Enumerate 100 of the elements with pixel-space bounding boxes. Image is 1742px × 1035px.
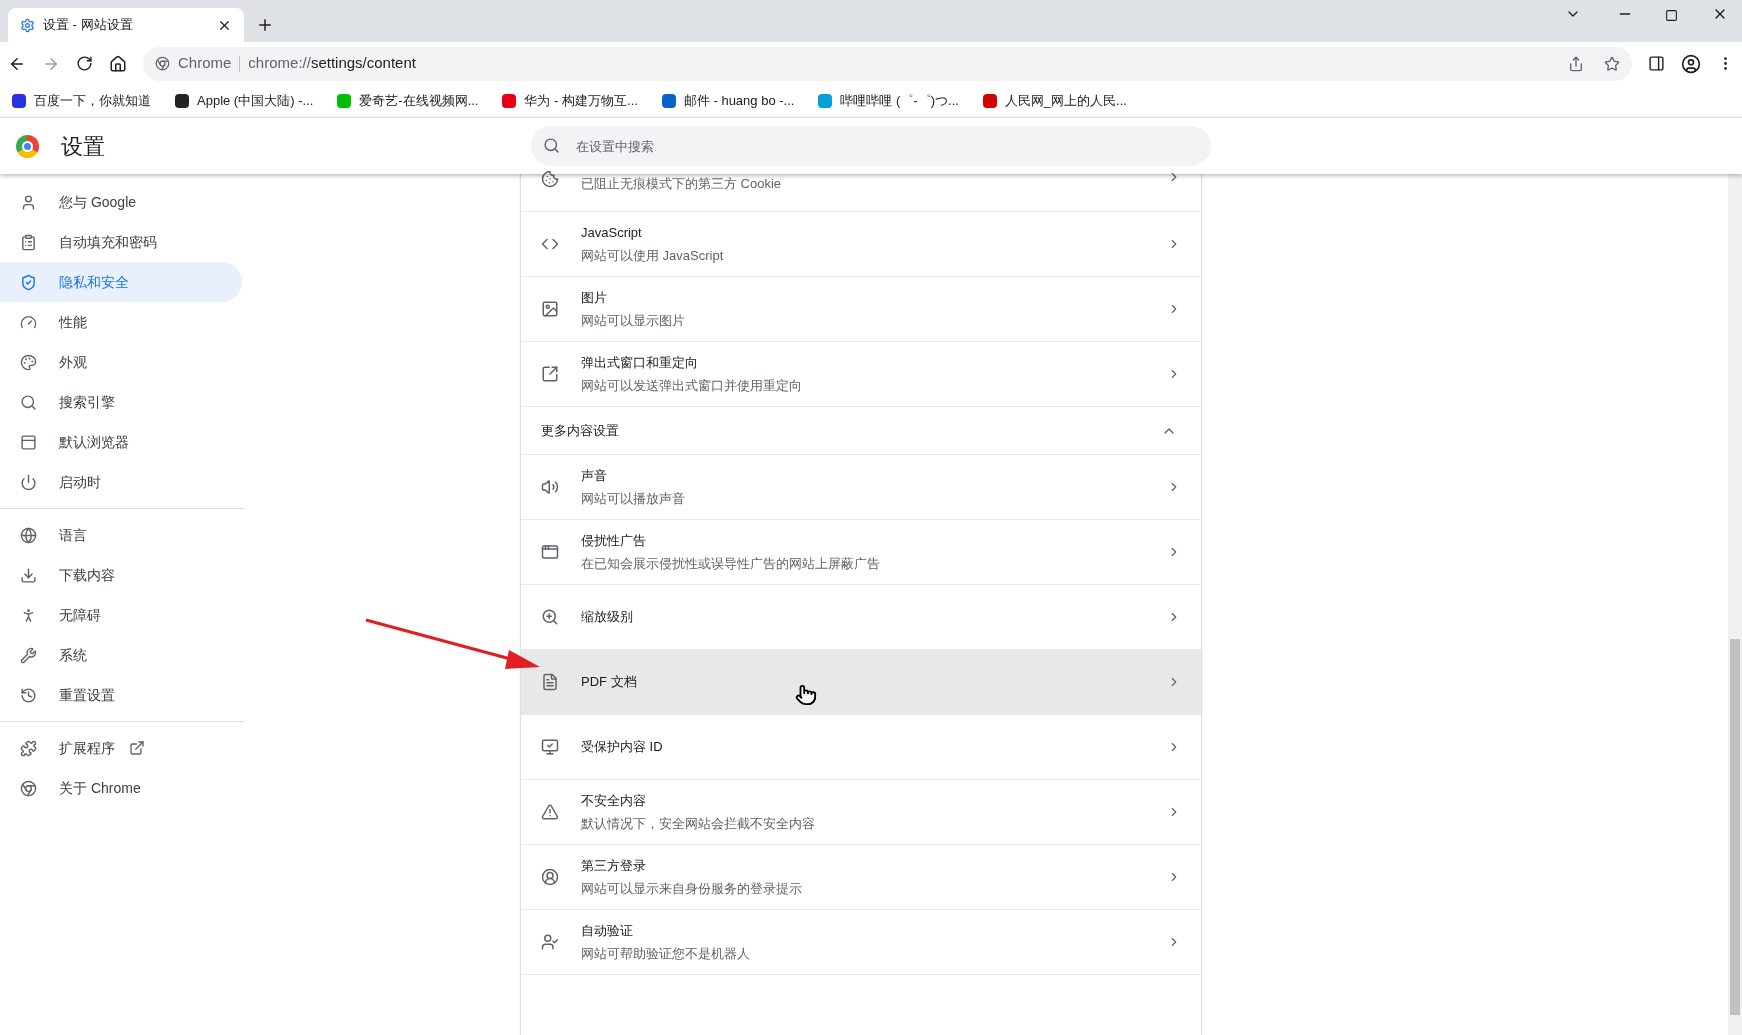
browser-logo-icon — [155, 56, 170, 71]
bookmark[interactable]: 华为 - 构建万物互... — [498, 91, 642, 111]
hand-cursor-icon — [795, 684, 817, 706]
setting-row[interactable]: 声音 网站可以播放声音 — [521, 455, 1201, 520]
setting-row[interactable]: 第三方登录 网站可以显示来自身份服务的登录提示 — [521, 845, 1201, 910]
setting-title: 侵扰性广告 — [581, 532, 647, 550]
address-bar[interactable]: Chrome chrome://settings/content — [143, 46, 1632, 81]
setting-title: 缩放级别 — [581, 608, 634, 627]
url-text: chrome://settings/content — [248, 53, 416, 74]
setting-title: 自动验证 — [581, 922, 634, 940]
setting-title: PDF 文档 — [581, 673, 638, 692]
monitor-check-icon — [541, 738, 559, 756]
setting-title: 受保护内容 ID — [581, 738, 664, 757]
window-icon — [541, 543, 559, 561]
setting-description: 网站可帮助验证您不是机器人 — [581, 944, 751, 963]
share-icon[interactable] — [1568, 55, 1584, 72]
setting-row[interactable]: 不安全内容 默认情况下，安全网站会拦截不安全内容 — [521, 780, 1201, 845]
side-panel-icon[interactable] — [1648, 55, 1665, 72]
sidebar-item[interactable]: 无障碍 — [0, 595, 242, 635]
new-tab-icon[interactable] — [256, 16, 274, 34]
browser-tab[interactable]: 设置 - 网站设置 — [8, 8, 244, 42]
sidebar-item[interactable]: 扩展程序 — [0, 728, 242, 768]
bookmark[interactable]: 哔哩哔哩 (゜-゜)つ... — [814, 91, 963, 111]
sidebar-item[interactable]: 性能 — [0, 302, 242, 342]
setting-row[interactable]: 弹出式窗口和重定向 网站可以发送弹出式窗口并使用重定向 — [521, 342, 1201, 407]
bookmark[interactable]: 人民网_网上的人民... — [978, 91, 1131, 111]
setting-row[interactable]: 缩放级别 — [521, 585, 1201, 650]
sidebar-item[interactable]: 默认浏览器 — [0, 422, 242, 462]
history-icon — [20, 686, 37, 704]
star-icon[interactable] — [1604, 55, 1620, 72]
sidebar-item[interactable]: 语言 — [0, 515, 242, 555]
setting-description: 已阻止无痕模式下的第三方 Cookie — [581, 175, 783, 193]
person-icon — [20, 193, 37, 211]
zoom-icon — [541, 608, 559, 626]
sidebar-item[interactable]: 系统 — [0, 635, 242, 675]
scrollbar[interactable] — [1728, 174, 1742, 1035]
open-external-icon — [541, 365, 559, 383]
search-field[interactable]: 在设置中搜索 — [531, 126, 1211, 166]
search-icon — [20, 393, 37, 411]
chrome-logo-icon — [16, 134, 39, 158]
palette-icon — [20, 353, 37, 371]
setting-description: 网站可以播放声音 — [581, 489, 686, 508]
site-label: Chrome — [178, 53, 232, 74]
globe-icon — [20, 526, 37, 544]
search-icon — [543, 137, 560, 154]
cookie-icon — [541, 170, 559, 188]
power-icon — [20, 473, 37, 491]
setting-title: 第三方登录 — [581, 857, 647, 875]
setting-description: 默认情况下，安全网站会拦截不安全内容 — [581, 814, 816, 833]
profile-icon[interactable] — [1681, 53, 1701, 74]
speaker-icon — [541, 478, 559, 496]
sidebar-item[interactable]: 外观 — [0, 342, 242, 382]
wrench-icon — [20, 646, 37, 664]
sidebar-item[interactable]: 关于 Chrome — [0, 768, 242, 808]
tab-title: 设置 - 网站设置 — [43, 16, 134, 35]
setting-description: 网站可以使用 JavaScript — [581, 246, 725, 265]
setting-description: 网站可以显示来自身份服务的登录提示 — [581, 879, 803, 898]
download-icon — [20, 566, 37, 584]
gauge-icon — [20, 313, 37, 331]
sidebar-item[interactable]: 重置设置 — [0, 675, 242, 715]
setting-row[interactable]: PDF 文档 — [521, 650, 1201, 715]
clipboard-icon — [20, 233, 37, 251]
sidebar-item[interactable]: 搜索引擎 — [0, 382, 242, 422]
setting-title: JavaScript — [581, 224, 643, 242]
page-title: 设置 — [61, 132, 106, 161]
warning-icon — [541, 803, 559, 821]
setting-title: 弹出式窗口和重定向 — [581, 354, 699, 372]
sidebar-item[interactable]: 下载内容 — [0, 555, 242, 595]
setting-row[interactable]: 侵扰性广告 在已知会展示侵扰性或误导性广告的网站上屏蔽广告 — [521, 520, 1201, 585]
setting-row[interactable]: 自动验证 网站可帮助验证您不是机器人 — [521, 910, 1201, 975]
setting-description: 在已知会展示侵扰性或误导性广告的网站上屏蔽广告 — [581, 554, 881, 573]
sidebar-item[interactable]: 启动时 — [0, 462, 242, 502]
sidebar-item[interactable]: 您与 Google — [0, 182, 242, 222]
user-check-icon — [541, 933, 559, 951]
setting-row[interactable]: 受保护内容 ID — [521, 715, 1201, 780]
setting-title: 不安全内容 — [581, 792, 647, 810]
setting-title: 图片 — [581, 289, 608, 307]
section-title: 更多内容设置 — [541, 421, 620, 440]
reload-icon[interactable] — [76, 55, 93, 72]
setting-description: 网站可以发送弹出式窗口并使用重定向 — [581, 376, 803, 395]
shield-icon — [20, 273, 37, 291]
setting-title: 声音 — [581, 467, 608, 485]
home-icon[interactable] — [109, 54, 127, 73]
setting-row[interactable]: 图片 网站可以显示图片 — [521, 277, 1201, 342]
sidebar-item[interactable]: 自动填充和密码 — [0, 222, 242, 262]
account-icon — [541, 868, 559, 886]
bookmark[interactable]: Apple (中国大陆) -... — [171, 91, 318, 111]
setting-row[interactable]: JavaScript 网站可以使用 JavaScript — [521, 212, 1201, 277]
puzzle-icon — [20, 739, 37, 757]
browser-logo-icon — [20, 779, 37, 797]
bookmark[interactable]: 爱奇艺-在线视频网... — [333, 91, 483, 111]
bookmark[interactable]: 百度一下，你就知道 — [8, 91, 155, 111]
bookmark[interactable]: 邮件 - huang bo -... — [657, 91, 799, 111]
sidebar-item[interactable]: 隐私和安全 — [0, 262, 242, 302]
image-icon — [541, 300, 559, 318]
setting-description: 网站可以显示图片 — [581, 311, 686, 330]
document-icon — [541, 673, 559, 691]
settings-icon — [20, 17, 35, 33]
browser-window-icon — [20, 433, 37, 451]
maximize-icon[interactable] — [1665, 9, 1678, 22]
